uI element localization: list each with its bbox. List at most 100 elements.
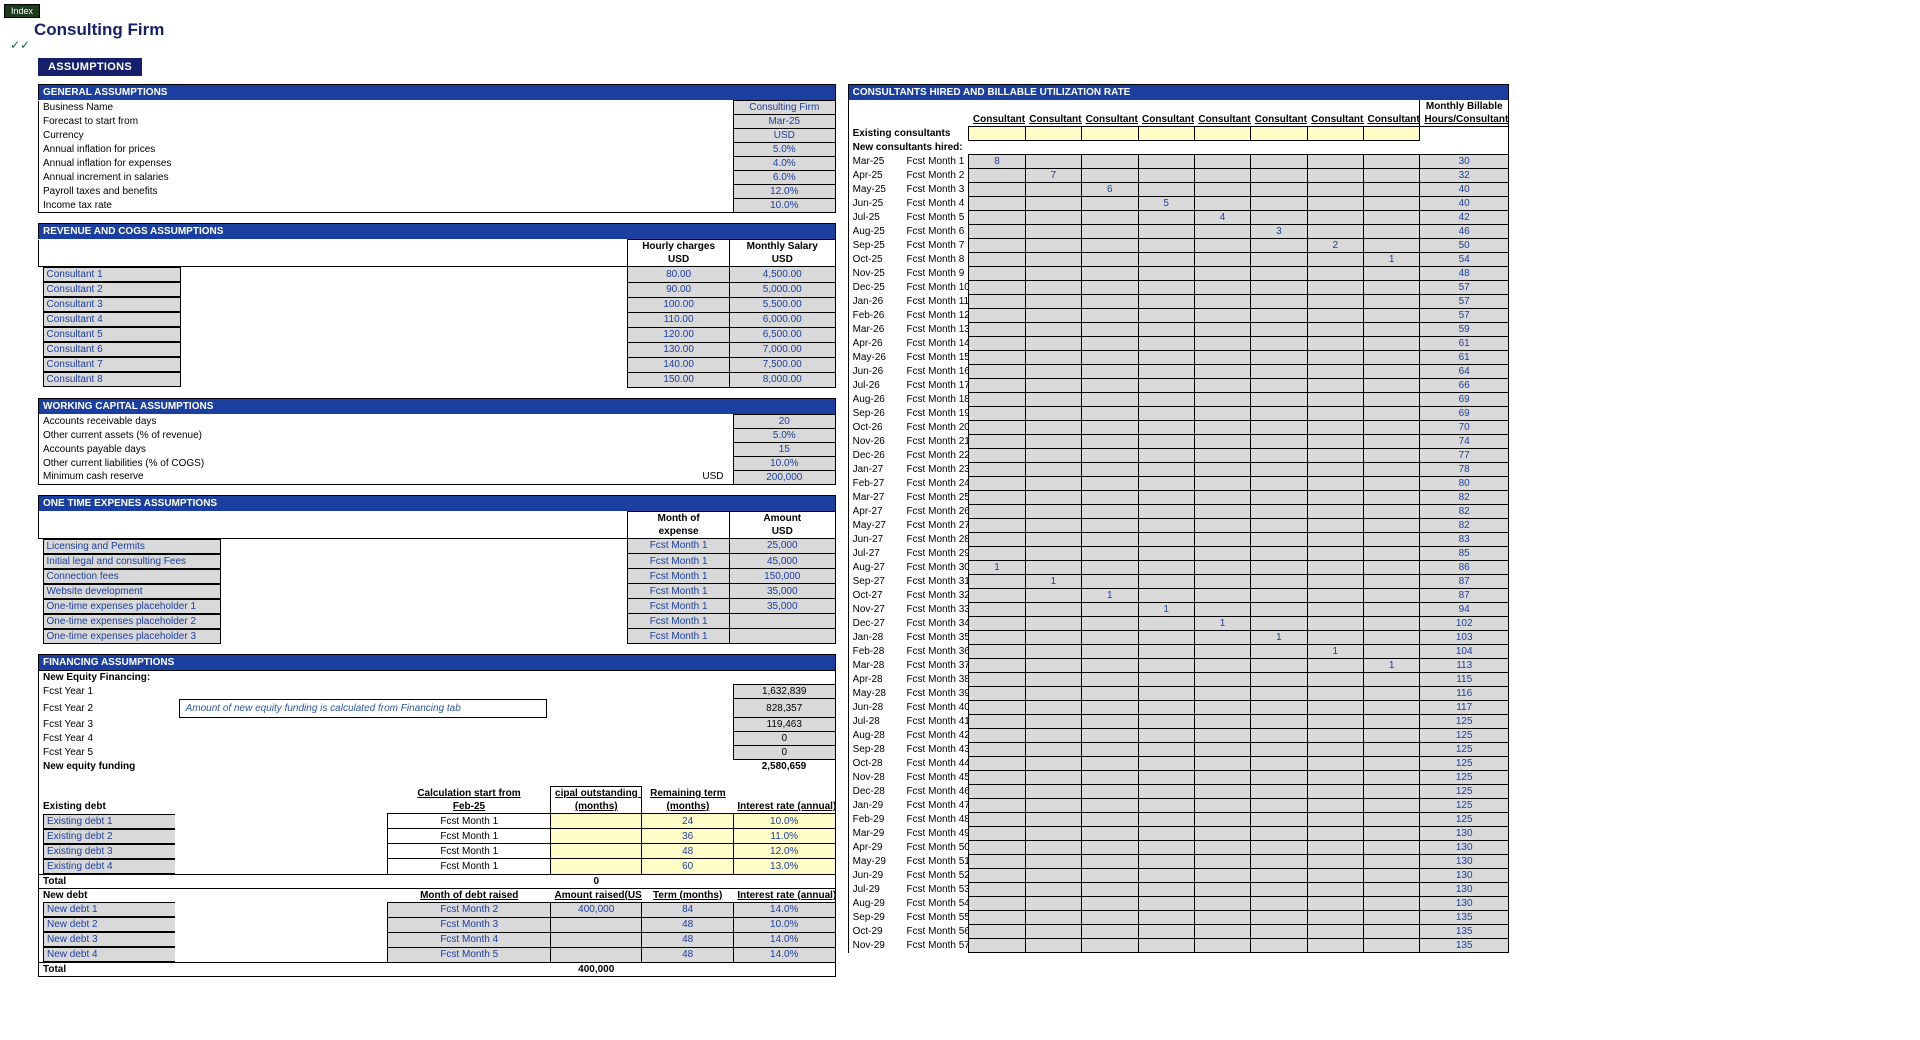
billable-value[interactable]: 74 — [1420, 435, 1509, 449]
hired-value[interactable] — [969, 505, 1025, 519]
hired-value[interactable] — [969, 421, 1025, 435]
hired-value[interactable] — [969, 309, 1025, 323]
hired-value[interactable] — [1251, 855, 1307, 869]
hired-value[interactable] — [1307, 197, 1363, 211]
hired-value[interactable] — [1025, 379, 1081, 393]
hired-value[interactable] — [1082, 841, 1138, 855]
hired-value[interactable] — [1025, 869, 1081, 883]
hourly-value[interactable]: 100.00 — [628, 297, 730, 312]
newdebt-month[interactable]: Fcst Month 3 — [388, 917, 551, 932]
hired-value[interactable] — [1025, 855, 1081, 869]
hired-value[interactable] — [1138, 799, 1194, 813]
hired-value[interactable] — [1025, 449, 1081, 463]
hired-value[interactable] — [969, 295, 1025, 309]
hired-value[interactable] — [1025, 477, 1081, 491]
hired-value[interactable] — [1364, 449, 1420, 463]
hired-value[interactable] — [969, 225, 1025, 239]
hired-value[interactable] — [969, 701, 1025, 715]
hired-value[interactable] — [1138, 617, 1194, 631]
hired-value[interactable] — [969, 603, 1025, 617]
hired-value[interactable] — [969, 743, 1025, 757]
hired-value[interactable] — [1251, 393, 1307, 407]
hired-value[interactable] — [1194, 449, 1250, 463]
hired-value[interactable] — [1025, 841, 1081, 855]
hired-value[interactable] — [969, 841, 1025, 855]
hired-value[interactable] — [1251, 239, 1307, 253]
hired-value[interactable] — [1025, 799, 1081, 813]
billable-value[interactable]: 113 — [1420, 659, 1509, 673]
hired-value[interactable] — [1082, 785, 1138, 799]
newdebt-amount[interactable] — [551, 932, 642, 947]
hired-value[interactable] — [969, 687, 1025, 701]
billable-value[interactable]: 82 — [1420, 491, 1509, 505]
hired-value[interactable] — [1251, 869, 1307, 883]
billable-value[interactable]: 135 — [1420, 911, 1509, 925]
hired-value[interactable] — [1025, 183, 1081, 197]
hired-value[interactable] — [969, 645, 1025, 659]
hired-value[interactable] — [1025, 547, 1081, 561]
hired-value[interactable] — [1082, 547, 1138, 561]
hired-value[interactable] — [1082, 309, 1138, 323]
billable-value[interactable]: 130 — [1420, 869, 1509, 883]
hired-value[interactable] — [1194, 281, 1250, 295]
hired-value[interactable] — [969, 169, 1025, 183]
hired-value[interactable] — [1138, 925, 1194, 939]
billable-value[interactable]: 87 — [1420, 589, 1509, 603]
hired-value[interactable] — [1307, 449, 1363, 463]
hired-value[interactable] — [1194, 673, 1250, 687]
hired-value[interactable] — [1138, 715, 1194, 729]
hired-value[interactable] — [1251, 337, 1307, 351]
hired-value[interactable] — [1082, 505, 1138, 519]
hired-value[interactable] — [1251, 645, 1307, 659]
hired-value[interactable] — [1025, 407, 1081, 421]
hired-value[interactable] — [1251, 799, 1307, 813]
hired-value[interactable] — [1364, 701, 1420, 715]
hired-value[interactable] — [1194, 757, 1250, 771]
hired-value[interactable] — [1025, 897, 1081, 911]
hired-value[interactable] — [1307, 729, 1363, 743]
exist-term[interactable]: 36 — [642, 829, 733, 844]
hired-value[interactable] — [1082, 561, 1138, 575]
billable-value[interactable]: 69 — [1420, 407, 1509, 421]
hired-value[interactable] — [1307, 813, 1363, 827]
hired-value[interactable] — [1364, 673, 1420, 687]
hired-value[interactable] — [1307, 309, 1363, 323]
hired-value[interactable] — [1138, 687, 1194, 701]
salary-value[interactable]: 6,000.00 — [729, 312, 835, 327]
billable-value[interactable]: 46 — [1420, 225, 1509, 239]
hired-value[interactable] — [1251, 547, 1307, 561]
hired-value[interactable] — [1082, 701, 1138, 715]
hired-value[interactable] — [1251, 771, 1307, 785]
hired-value[interactable] — [1364, 771, 1420, 785]
hired-value[interactable] — [1082, 827, 1138, 841]
hired-value[interactable] — [1194, 687, 1250, 701]
hired-value[interactable] — [1307, 267, 1363, 281]
hired-value[interactable] — [1307, 183, 1363, 197]
hired-value[interactable] — [1025, 911, 1081, 925]
hired-value[interactable] — [1364, 407, 1420, 421]
hired-value[interactable] — [1138, 911, 1194, 925]
hired-value[interactable] — [1251, 925, 1307, 939]
hired-value[interactable] — [1025, 505, 1081, 519]
hired-value[interactable] — [1138, 519, 1194, 533]
equity-value[interactable]: 0 — [733, 732, 835, 746]
salary-value[interactable]: 7,500.00 — [729, 357, 835, 372]
hired-value[interactable] — [1082, 939, 1138, 953]
salary-value[interactable]: 4,500.00 — [729, 267, 835, 283]
hired-value[interactable] — [1025, 589, 1081, 603]
hired-value[interactable] — [969, 757, 1025, 771]
hired-value[interactable] — [1364, 687, 1420, 701]
hired-value[interactable] — [1025, 757, 1081, 771]
hired-value[interactable] — [1138, 631, 1194, 645]
hired-value[interactable] — [1307, 547, 1363, 561]
hired-value[interactable] — [1138, 743, 1194, 757]
general-value[interactable]: Mar-25 — [733, 115, 835, 129]
hired-value[interactable] — [1307, 827, 1363, 841]
hired-value[interactable] — [1307, 939, 1363, 953]
hired-value[interactable] — [969, 631, 1025, 645]
hired-value[interactable] — [1138, 169, 1194, 183]
hired-value[interactable] — [1138, 701, 1194, 715]
hired-value[interactable] — [1307, 379, 1363, 393]
hired-value[interactable] — [969, 575, 1025, 589]
billable-value[interactable]: 130 — [1420, 841, 1509, 855]
